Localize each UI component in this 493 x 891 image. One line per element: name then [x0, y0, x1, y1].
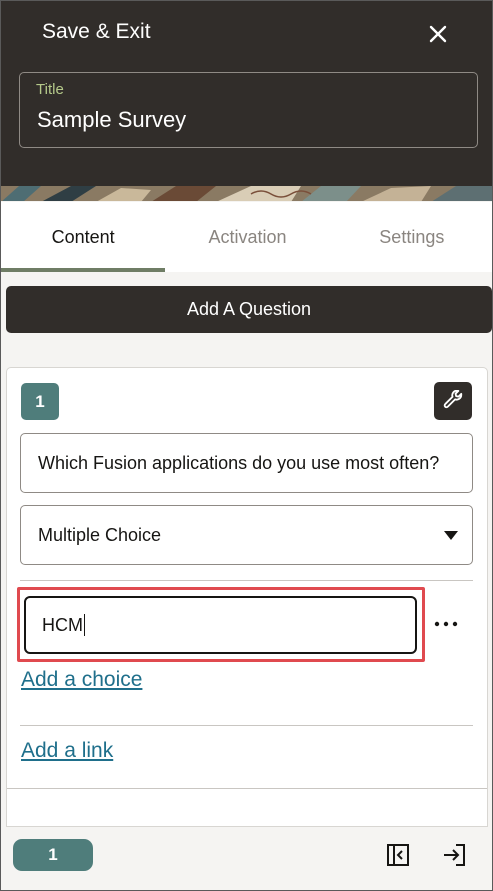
survey-editor-panel: Save & Exit Title Content Activation Set… — [0, 0, 493, 891]
question-text-input[interactable]: Which Fusion applications do you use mos… — [20, 433, 473, 493]
divider — [20, 580, 473, 581]
title-input[interactable] — [37, 107, 457, 133]
header-banner-image — [1, 186, 492, 201]
choice-input[interactable]: HCM — [24, 596, 417, 654]
exit-button[interactable] — [441, 841, 469, 869]
close-button[interactable] — [423, 19, 453, 49]
tab-settings[interactable]: Settings — [330, 202, 492, 272]
close-icon — [429, 25, 447, 43]
header: Save & Exit Title — [1, 1, 492, 201]
divider — [7, 788, 487, 789]
collapse-panel-button[interactable] — [384, 841, 412, 869]
tab-content[interactable]: Content — [1, 202, 166, 272]
tab-activation[interactable]: Activation — [165, 202, 329, 272]
page-number-button[interactable]: 1 — [13, 839, 93, 871]
choice-more-button[interactable] — [431, 610, 461, 638]
question-settings-button[interactable] — [434, 382, 472, 420]
more-options-icon — [434, 621, 458, 627]
add-link-link[interactable]: Add a link — [21, 739, 113, 763]
wrench-icon — [443, 390, 463, 409]
title-field[interactable]: Title — [19, 72, 478, 148]
text-caret — [84, 614, 85, 636]
question-type-select[interactable]: Multiple Choice — [20, 505, 473, 565]
save-exit-button[interactable]: Save & Exit — [42, 20, 151, 44]
exit-icon — [444, 844, 465, 866]
add-question-button[interactable]: Add A Question — [6, 286, 492, 333]
collapse-panel-icon — [387, 844, 409, 866]
divider — [20, 725, 473, 726]
add-choice-link[interactable]: Add a choice — [21, 668, 142, 692]
tab-bar: Content Activation Settings — [1, 202, 492, 272]
bottom-bar: 1 — [1, 827, 492, 890]
chevron-down-icon — [444, 530, 458, 540]
title-field-label: Title — [36, 81, 64, 98]
question-card: 1 Which Fusion applications do you use m… — [6, 367, 488, 827]
choice-value: HCM — [42, 614, 83, 635]
question-number-badge: 1 — [21, 383, 59, 420]
question-type-value: Multiple Choice — [38, 524, 162, 545]
